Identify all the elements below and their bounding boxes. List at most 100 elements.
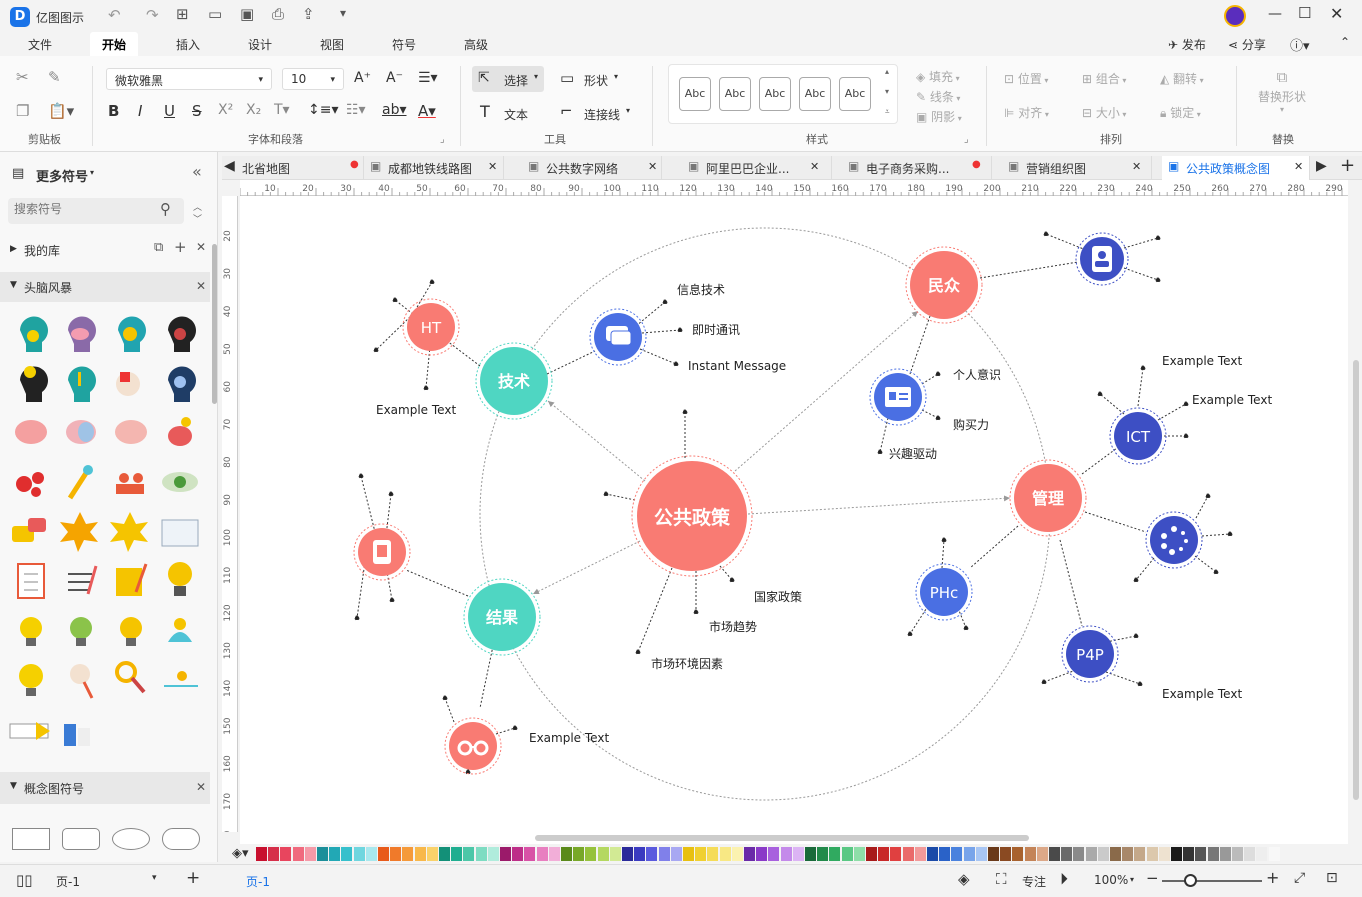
focus-icon[interactable]: ⛶ [996,870,1007,888]
underline-icon[interactable]: U [164,102,175,120]
color-swatch[interactable] [317,847,328,861]
close-icon[interactable]: ✕ [1330,4,1343,23]
group-button[interactable]: ⊞ 组合 ▾ [1082,70,1126,87]
color-swatch[interactable] [378,847,389,861]
color-swatch[interactable] [292,847,304,861]
color-swatch[interactable] [731,847,743,861]
color-swatch[interactable] [1000,847,1012,861]
style-preset[interactable]: Abc [799,77,831,111]
doc-tab[interactable]: 北省地图 ● [240,156,364,180]
shadow-button[interactable]: ▣ 阴影 ▾ [916,108,962,125]
color-swatch[interactable] [914,847,926,861]
color-swatch[interactable] [902,847,914,861]
color-swatch[interactable] [390,847,402,861]
color-swatch[interactable] [512,847,524,861]
page-selector[interactable]: 页-1 [56,873,80,890]
color-swatch[interactable] [1049,847,1060,861]
color-swatch[interactable] [1158,847,1170,861]
label-environment[interactable]: 市场环境因素 [651,656,723,671]
color-swatch[interactable] [939,847,951,861]
label-purchase[interactable]: 购买力 [953,417,989,432]
paste-icon[interactable]: 📋▾ [48,102,74,120]
color-swatch[interactable] [1024,847,1036,861]
color-swatch[interactable] [268,847,280,861]
doc-tab[interactable]: ▣ 阿里巴巴企业... ✕ [682,156,832,180]
node-glasses[interactable] [444,717,502,775]
lock-button[interactable]: 🔒︎ 锁定 ▾ [1160,104,1201,121]
font-name-select[interactable]: 微软雅黑 ▾ [106,68,272,90]
print-icon[interactable]: ⎙ [272,5,284,23]
color-swatch[interactable] [1183,847,1195,861]
size-button[interactable]: ⊟ 大小 ▾ [1082,104,1126,121]
color-swatch[interactable] [890,847,902,861]
tab-view[interactable]: 视图 [320,36,344,53]
node-p4p[interactable]: P4P [1061,625,1119,683]
color-swatch[interactable] [304,847,316,861]
customize-icon[interactable]: ▾ [340,6,346,20]
node-phone[interactable] [353,523,411,581]
color-swatch[interactable] [561,847,572,861]
color-swatch[interactable] [975,847,987,861]
node-dots[interactable] [1145,511,1203,569]
chevron-down-icon[interactable]: ▾ [152,873,157,883]
color-swatch[interactable] [353,847,365,861]
color-swatch[interactable] [463,847,475,861]
color-swatch[interactable] [1219,847,1231,861]
color-swatch[interactable] [1171,847,1182,861]
color-swatch[interactable] [500,847,511,861]
color-swatch[interactable] [1134,847,1146,861]
color-swatch[interactable] [1268,847,1280,861]
label-info-tech[interactable]: 信息技术 [677,282,725,297]
color-swatch[interactable] [451,847,463,861]
node-chat[interactable] [589,308,647,366]
color-swatch[interactable] [951,847,963,861]
copy-icon[interactable]: ❐ [16,102,29,120]
tab-insert[interactable]: 插入 [176,36,200,53]
color-swatch[interactable] [695,847,707,861]
color-swatch[interactable] [988,847,999,861]
play-icon[interactable]: ⏵ [1060,869,1068,889]
label-personal[interactable]: 个人意识 [953,367,1001,382]
font-dialog-icon[interactable]: ⌟ [440,134,445,145]
color-swatch[interactable] [841,847,853,861]
color-swatch[interactable] [439,847,450,861]
undo-icon[interactable]: ↶ [108,6,121,24]
arrow-right-icon[interactable]: ▶ [1316,158,1327,174]
close-icon[interactable]: ✕ [196,240,206,254]
style-preset[interactable]: Abc [719,77,751,111]
subscript-icon[interactable]: X₂ [246,102,261,118]
search-input[interactable] [14,202,154,216]
label-example-1[interactable]: Example Text [376,403,456,417]
color-swatch[interactable] [426,847,438,861]
rectangle-shape[interactable] [12,828,50,850]
color-swatch[interactable] [280,847,292,861]
page-panel-icon[interactable]: ▯▯ [16,871,33,889]
zoom-out-icon[interactable]: − [1146,869,1159,887]
maximize-icon[interactable]: ☐ [1298,4,1311,22]
node-ict[interactable]: ICT [1109,407,1167,465]
format-painter-icon[interactable]: ✎ [48,68,61,86]
replace-shape-button[interactable]: ⧉ 替换形状 ▾ [1252,68,1312,118]
shrink-font-icon[interactable]: A⁻ [386,70,403,86]
label-example-2[interactable]: Example Text [1162,354,1242,368]
close-icon[interactable]: ✕ [1132,160,1141,173]
color-swatch[interactable] [646,847,658,861]
color-swatch[interactable] [256,847,267,861]
color-swatch[interactable] [670,847,682,861]
help-icon[interactable]: ⓘ▾ [1290,35,1310,54]
node-result[interactable]: 结果 [463,578,541,656]
tab-design[interactable]: 设计 [248,36,272,53]
color-swatch[interactable] [573,847,585,861]
minimize-icon[interactable]: — [1268,6,1282,22]
color-swatch[interactable] [817,847,829,861]
redo-icon[interactable]: ↷ [146,6,159,24]
style-preset[interactable]: Abc [679,77,711,111]
color-swatch[interactable] [1073,847,1085,861]
label-trend[interactable]: 市场趋势 [709,619,757,634]
color-swatch[interactable] [1256,847,1268,861]
flip-button[interactable]: ◭ 翻转 ▾ [1160,70,1204,87]
color-swatch[interactable] [597,847,609,861]
scroll-down-icon[interactable]: ﹀ [193,212,202,225]
rounded-rectangle-shape[interactable] [62,828,100,850]
connector-button[interactable]: ⌐ 连接线 ▾ [558,100,640,126]
